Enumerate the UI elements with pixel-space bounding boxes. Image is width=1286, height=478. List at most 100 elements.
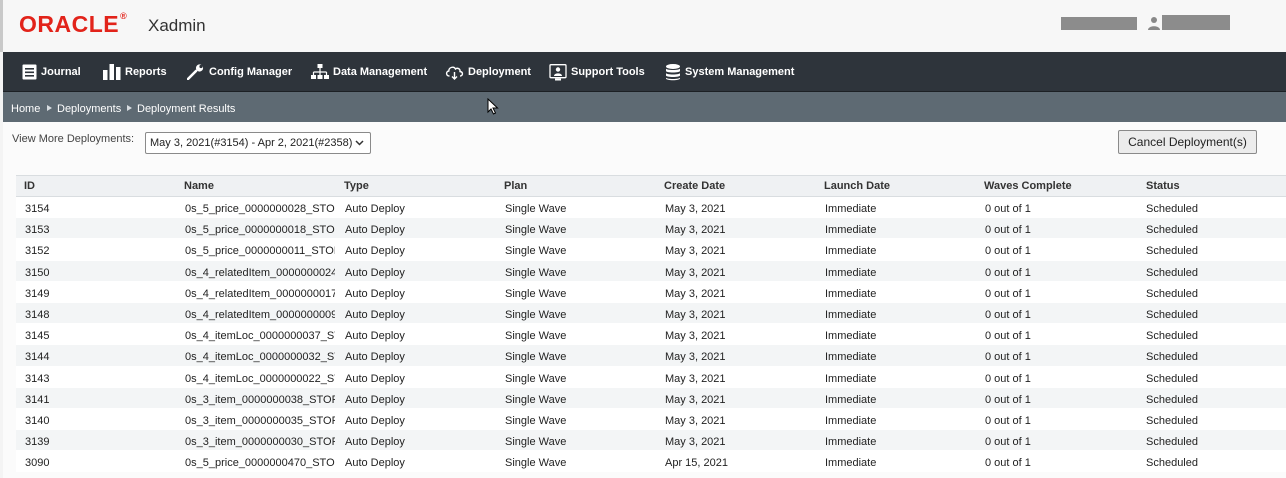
cell-status: Scheduled [1146, 203, 1198, 215]
view-more-deployments-select[interactable]: May 3, 2021(#3154) - Apr 2, 2021(#2358) [145, 132, 371, 154]
cell-id: 3141 [25, 393, 50, 406]
column-header-type[interactable]: Type [344, 180, 369, 192]
user-icon[interactable] [1148, 16, 1160, 30]
table-row[interactable]: 3149 0s_4_relatedItem_0000000017_ Auto Dep… [16, 281, 1286, 303]
table-row[interactable]: 3153 0s_5_price_0000000018_STORE Auto Depl… [16, 218, 1286, 240]
column-header-status[interactable]: Status [1146, 180, 1180, 192]
cell-waves-complete: 0 out of 1 [985, 308, 1031, 321]
cell-name: 0s_3_item_0000000038_STORE [185, 393, 335, 406]
column-header-id[interactable]: ID [24, 180, 35, 192]
nav-item-system-management[interactable]: System Management [665, 52, 794, 92]
cell-name: 0s_3_item_0000000030_STORE [185, 436, 335, 449]
cell-status: Scheduled [1146, 372, 1198, 385]
table-row[interactable]: 3150 0s_4_relatedItem_0000000024_ Auto Dep… [16, 260, 1286, 282]
cell-create-date: May 3, 2021 [665, 287, 726, 300]
table-row[interactable]: 3148 0s_4_relatedItem_0000000009_ Auto Dep… [16, 302, 1286, 325]
cell-status: Scheduled [1146, 330, 1198, 343]
cell-create-date: May 3, 2021 [665, 203, 726, 215]
cell-create-date: May 3, 2021 [665, 351, 726, 364]
cell-plan: Single Wave [505, 245, 567, 258]
cell-launch-date: Immediate [825, 330, 877, 343]
cell-id: 3145 [25, 330, 50, 343]
cell-status: Scheduled [1146, 287, 1198, 300]
cell-waves-complete: 0 out of 1 [985, 330, 1031, 343]
view-more-label: View More Deployments: [12, 133, 135, 145]
cell-status: Scheduled [1146, 436, 1198, 449]
column-header-create-date[interactable]: Create Date [664, 180, 725, 192]
cell-plan: Single Wave [505, 287, 567, 300]
cell-plan: Single Wave [505, 224, 567, 237]
table-row[interactable]: 3152 0s_5_price_0000000011_STORE Auto Depl… [16, 239, 1286, 261]
table-row[interactable]: 3154 0s_5_price_0000000028_STORE Auto Depl… [16, 197, 1286, 219]
nav-item-support-tools[interactable]: Support Tools [549, 52, 645, 92]
cell-id: 3140 [25, 414, 50, 427]
cell-id: 3144 [25, 351, 50, 364]
cell-waves-complete: 0 out of 1 [985, 287, 1031, 300]
breadcrumb-home[interactable]: Home [11, 103, 40, 115]
cell-name: 0s_5_price_0000000470_STORE [185, 457, 335, 470]
cell-type: Auto Deploy [345, 393, 405, 406]
cell-plan: Single Wave [505, 414, 567, 427]
breadcrumb-deployments[interactable]: Deployments [57, 103, 121, 115]
cell-waves-complete: 0 out of 1 [985, 436, 1031, 449]
cell-status: Scheduled [1146, 351, 1198, 364]
cell-type: Auto Deploy [345, 287, 405, 300]
table-row[interactable]: 3144 0s_4_itemLoc_0000000032_STO Auto Depl… [16, 345, 1286, 367]
nav-label: Support Tools [571, 66, 645, 78]
cell-waves-complete: 0 out of 1 [985, 393, 1031, 406]
cell-waves-complete: 0 out of 1 [985, 414, 1031, 427]
column-header-waves-complete[interactable]: Waves Complete [984, 180, 1072, 192]
cell-name: 0s_5_price_0000000028_STORE [185, 203, 335, 215]
redacted-username[interactable] [1162, 15, 1230, 30]
cell-status: Scheduled [1146, 308, 1198, 321]
cell-plan: Single Wave [505, 351, 567, 364]
table-row[interactable]: 3139 0s_3_item_0000000030_STORE Auto Deplo… [16, 430, 1286, 452]
cell-waves-complete: 0 out of 1 [985, 372, 1031, 385]
cell-type: Auto Deploy [345, 372, 405, 385]
cancel-deployments-button[interactable]: Cancel Deployment(s) [1118, 130, 1257, 154]
cell-waves-complete: 0 out of 1 [985, 245, 1031, 258]
cell-id: 3139 [25, 436, 50, 449]
cell-id: 3152 [25, 245, 50, 258]
cell-create-date: May 3, 2021 [665, 414, 726, 427]
cell-create-date: May 3, 2021 [665, 330, 726, 343]
nav-item-config-manager[interactable]: Config Manager [187, 52, 292, 92]
table-row[interactable]: 3140 0s_3_item_0000000035_STORE Auto Deplo… [16, 408, 1286, 431]
cell-name: 0s_5_price_0000000011_STORE [185, 245, 335, 258]
logo-registered-mark: ® [120, 11, 128, 21]
cell-create-date: May 3, 2021 [665, 266, 726, 279]
cell-waves-complete: 0 out of 1 [985, 457, 1031, 470]
cell-waves-complete: 0 out of 1 [985, 224, 1031, 237]
cell-launch-date: Immediate [825, 436, 877, 449]
nav-item-data-management[interactable]: Data Management [311, 52, 427, 92]
cell-launch-date: Immediate [825, 414, 877, 427]
cell-status: Scheduled [1146, 457, 1198, 470]
cell-name: 0s_4_itemLoc_0000000032_STO [185, 351, 335, 364]
cell-create-date: May 3, 2021 [665, 245, 726, 258]
table-row[interactable]: 3090 0s_5_price_0000000470_STORE Auto Depl… [16, 451, 1286, 473]
nav-label: Deployment [468, 66, 531, 78]
table-row[interactable]: 3145 0s_4_itemLoc_0000000037_STO Auto Depl… [16, 324, 1286, 346]
nav-label: Journal [41, 66, 81, 78]
cell-id: 3149 [25, 287, 50, 300]
cell-plan: Single Wave [505, 457, 567, 470]
cell-create-date: May 3, 2021 [665, 393, 726, 406]
cell-id: 3154 [25, 203, 50, 215]
table-row[interactable]: 3143 0s_4_itemLoc_0000000022_STO Auto Depl… [16, 366, 1286, 388]
column-header-name[interactable]: Name [184, 180, 214, 192]
cell-type: Auto Deploy [345, 414, 405, 427]
table-row[interactable]: 3141 0s_3_item_0000000038_STORE Auto Deplo… [16, 387, 1286, 409]
nav-item-journal[interactable]: Journal [22, 52, 81, 92]
cell-waves-complete: 0 out of 1 [985, 203, 1031, 215]
reports-icon [103, 64, 121, 80]
breadcrumb-separator-icon [47, 105, 52, 111]
cell-create-date: May 3, 2021 [665, 224, 726, 237]
column-header-launch-date[interactable]: Launch Date [824, 180, 890, 192]
cell-name: 0s_4_itemLoc_0000000022_STO [185, 372, 335, 385]
column-header-plan[interactable]: Plan [504, 180, 527, 192]
nav-item-deployment[interactable]: Deployment [445, 52, 531, 92]
nav-label: Data Management [333, 66, 428, 78]
cell-create-date: May 3, 2021 [665, 372, 726, 385]
cell-name: 0s_4_relatedItem_0000000024_ [185, 266, 335, 279]
nav-item-reports[interactable]: Reports [103, 52, 167, 92]
